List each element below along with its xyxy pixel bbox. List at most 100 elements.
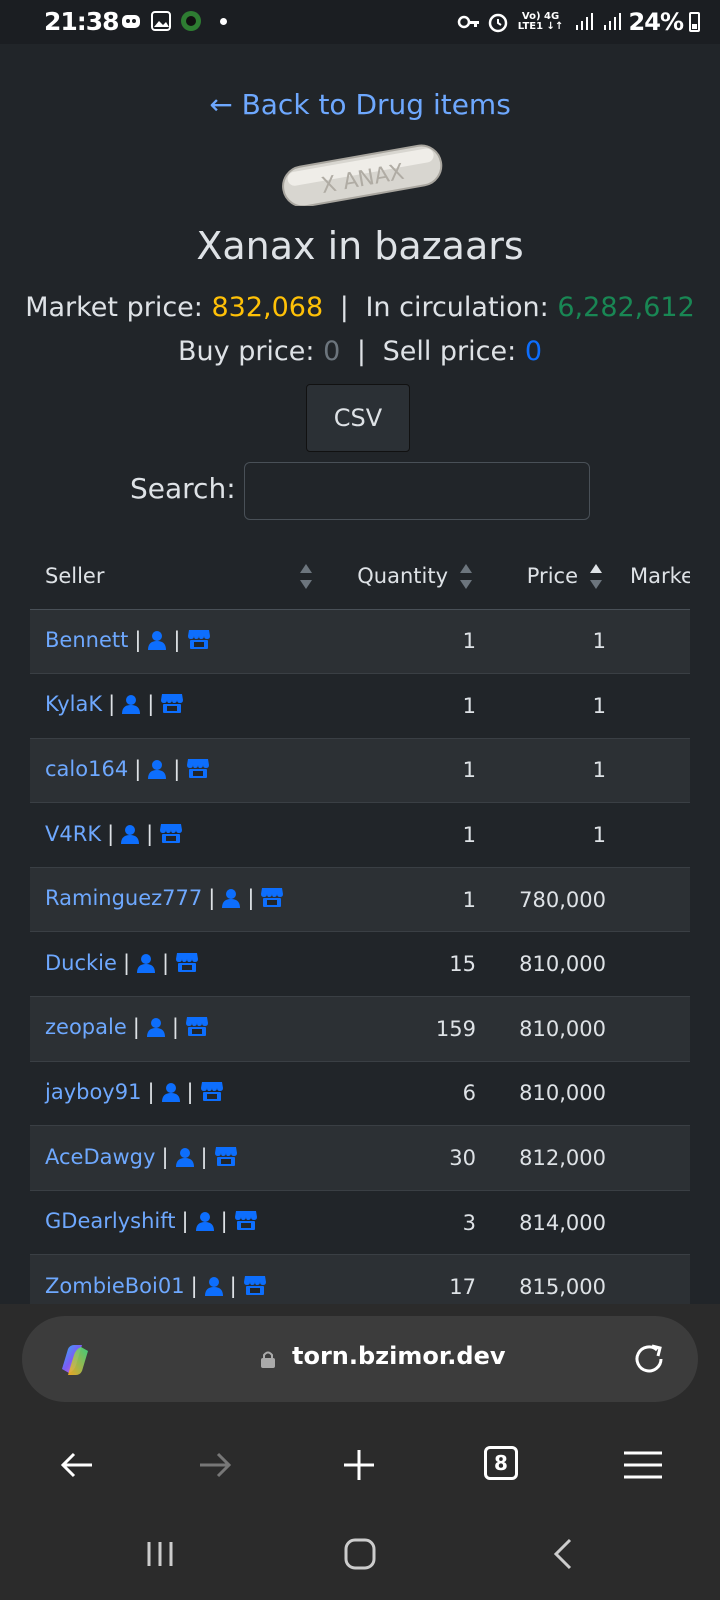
status-time: 21:38 bbox=[44, 7, 120, 36]
address-bar[interactable]: torn.bzimor.dev bbox=[22, 1316, 698, 1402]
bazaar-shop-icon[interactable] bbox=[200, 1080, 224, 1107]
price-cell: 810,000 bbox=[486, 996, 616, 1062]
divider: | bbox=[107, 821, 115, 846]
seller-cell: ZombieBoi01 | | bbox=[30, 1254, 326, 1304]
bazaar-shop-icon[interactable] bbox=[160, 692, 184, 719]
seller-link[interactable]: ZombieBoi01 bbox=[45, 1274, 185, 1298]
user-profile-icon[interactable] bbox=[161, 1082, 181, 1107]
seller-cell: Duckie | | bbox=[30, 931, 326, 997]
quantity-cell: 1 bbox=[326, 673, 486, 739]
buy-price-label: Buy price: bbox=[178, 336, 315, 367]
bazaar-shop-icon[interactable] bbox=[175, 951, 199, 978]
seller-link[interactable]: KylaK bbox=[45, 692, 102, 716]
user-profile-icon[interactable] bbox=[195, 1211, 215, 1236]
menu-hamburger-icon[interactable] bbox=[618, 1440, 668, 1490]
user-profile-icon[interactable] bbox=[121, 694, 141, 719]
market-column-header[interactable]: Marke bbox=[616, 544, 690, 610]
bazaar-shop-icon[interactable] bbox=[260, 886, 284, 913]
table-row: KylaK | | 1 1 bbox=[30, 673, 690, 739]
price-column-header[interactable]: Price bbox=[486, 544, 616, 610]
forward-arrow-icon[interactable] bbox=[190, 1440, 240, 1490]
price-cell: 814,000 bbox=[486, 1189, 616, 1255]
user-profile-icon[interactable] bbox=[221, 888, 241, 913]
tab-count-button[interactable]: 8 bbox=[484, 1446, 518, 1480]
circulation-label: In circulation: bbox=[365, 292, 549, 323]
signal-icon bbox=[575, 13, 593, 30]
more-notifications-dot bbox=[220, 17, 227, 25]
page-content: ← Back to Drug items X ANAX Xanax in baz… bbox=[0, 44, 720, 1304]
bazaar-shop-icon[interactable] bbox=[185, 1015, 209, 1042]
alarm-icon bbox=[488, 13, 507, 33]
home-icon[interactable] bbox=[342, 1536, 378, 1572]
user-profile-icon[interactable] bbox=[147, 630, 167, 655]
search-input[interactable] bbox=[244, 462, 590, 520]
divider: | bbox=[134, 627, 142, 652]
bazaar-table: Seller Quantity Price Marke Bennett | | … bbox=[30, 544, 690, 1304]
divider: | bbox=[146, 821, 154, 846]
quantity-cell: 1 bbox=[326, 802, 486, 868]
market-cell bbox=[616, 1189, 690, 1255]
price-cell: 1 bbox=[486, 802, 616, 868]
seller-link[interactable]: GDearlyshift bbox=[45, 1209, 175, 1233]
bazaar-shop-icon[interactable] bbox=[159, 822, 183, 849]
new-tab-plus-icon[interactable] bbox=[334, 1440, 384, 1490]
seller-link[interactable]: V4RK bbox=[45, 822, 101, 846]
divider: | bbox=[181, 1209, 189, 1234]
game-app-icon bbox=[181, 11, 201, 31]
url-text[interactable]: torn.bzimor.dev bbox=[292, 1342, 506, 1370]
quantity-cell: 1 bbox=[326, 608, 486, 674]
bazaar-shop-icon[interactable] bbox=[187, 628, 211, 655]
circulation-value: 6,282,612 bbox=[557, 292, 695, 323]
seller-column-header[interactable]: Seller bbox=[30, 544, 326, 610]
user-profile-icon[interactable] bbox=[146, 1017, 166, 1042]
bazaar-shop-icon[interactable] bbox=[214, 1145, 238, 1172]
battery-percent: 24% bbox=[628, 8, 684, 36]
divider: | bbox=[220, 1209, 228, 1234]
bazaar-table-container[interactable]: Seller Quantity Price Marke Bennett | | … bbox=[30, 544, 690, 1304]
bazaar-shop-icon[interactable] bbox=[243, 1274, 267, 1301]
table-row: jayboy91 | | 6 810,000 bbox=[30, 1060, 690, 1126]
network-type: Vo) 4G LTE1 ↓↑ bbox=[517, 11, 564, 32]
system-back-icon[interactable] bbox=[546, 1536, 582, 1572]
seller-link[interactable]: zeopale bbox=[45, 1015, 127, 1039]
user-profile-icon[interactable] bbox=[204, 1276, 224, 1301]
seller-link[interactable]: Raminguez777 bbox=[45, 886, 202, 910]
seller-cell: jayboy91 | | bbox=[30, 1060, 326, 1126]
divider: | bbox=[173, 756, 181, 781]
table-row: Raminguez777 | | 1 780,000 bbox=[30, 866, 690, 932]
seller-cell: GDearlyshift | | bbox=[30, 1189, 326, 1255]
table-row: ZombieBoi01 | | 17 815,000 bbox=[30, 1254, 690, 1304]
seller-link[interactable]: Bennett bbox=[45, 628, 128, 652]
market-header-label: Marke bbox=[630, 564, 690, 589]
quantity-column-header[interactable]: Quantity bbox=[326, 544, 486, 610]
back-to-drug-items-link[interactable]: ← Back to Drug items bbox=[0, 88, 720, 121]
seller-link[interactable]: AceDawgy bbox=[45, 1145, 155, 1169]
divider: | bbox=[356, 336, 366, 367]
sell-price-label: Sell price: bbox=[382, 336, 517, 367]
csv-export-button[interactable]: CSV bbox=[306, 384, 410, 452]
user-profile-icon[interactable] bbox=[120, 824, 140, 849]
table-body: Bennett | | 1 1 KylaK | | 1 1 calo164 | | 1 1 V4RK | | 1 1 R… bbox=[30, 608, 690, 1304]
recent-apps-icon[interactable] bbox=[142, 1536, 178, 1572]
search-label: Search: bbox=[130, 472, 236, 505]
seller-cell: Raminguez777 | | bbox=[30, 866, 326, 932]
quantity-header-label: Quantity bbox=[357, 564, 448, 589]
seller-link[interactable]: calo164 bbox=[45, 757, 128, 781]
back-arrow-icon[interactable] bbox=[52, 1440, 102, 1490]
divider: | bbox=[147, 692, 155, 717]
divider: | bbox=[161, 1144, 169, 1169]
user-profile-icon[interactable] bbox=[175, 1147, 195, 1172]
bazaar-shop-icon[interactable] bbox=[234, 1209, 258, 1236]
user-profile-icon[interactable] bbox=[147, 759, 167, 784]
reload-icon[interactable] bbox=[630, 1340, 668, 1378]
seller-link[interactable]: jayboy91 bbox=[45, 1080, 141, 1104]
divider: | bbox=[108, 692, 116, 717]
user-profile-icon[interactable] bbox=[136, 953, 156, 978]
seller-link[interactable]: Duckie bbox=[45, 951, 117, 975]
copilot-icon[interactable] bbox=[54, 1339, 96, 1381]
bazaar-shop-icon[interactable] bbox=[186, 757, 210, 784]
market-cell bbox=[616, 1060, 690, 1126]
quantity-cell: 159 bbox=[326, 996, 486, 1062]
divider: | bbox=[147, 1079, 155, 1104]
price-cell: 780,000 bbox=[486, 866, 616, 932]
